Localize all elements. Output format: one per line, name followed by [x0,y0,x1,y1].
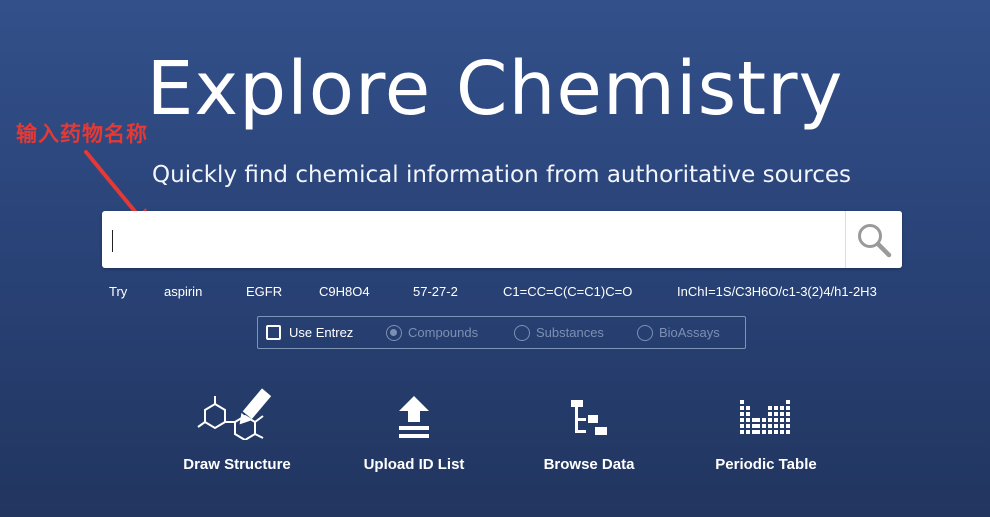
periodic-table-label: Periodic Table [715,456,817,473]
radio-compounds[interactable]: Compounds [386,317,478,348]
upload-id-list-button[interactable]: Upload ID List [334,388,494,473]
radio-substances[interactable]: Substances [514,317,604,348]
browse-tree-icon [571,400,607,435]
use-entrez-label: Use Entrez [289,325,354,340]
use-entrez-checkbox[interactable] [266,325,281,340]
periodic-table-button[interactable]: Periodic Table [686,388,846,473]
example-link[interactable]: C9H8O4 [319,284,370,299]
search-options: Use Entrez Compounds Substances BioAssay… [257,316,746,349]
radio-bioassays[interactable]: BioAssays [637,317,720,348]
upload-icon [399,396,429,438]
upload-id-list-label: Upload ID List [363,456,465,473]
search-input[interactable] [102,211,842,268]
text-cursor [112,230,113,252]
radio-label-bioassays: BioAssays [659,325,720,340]
page-title: Explore Chemistry [146,46,844,132]
try-label: Try [109,284,128,299]
radio-button[interactable] [514,324,530,341]
search-button[interactable] [845,211,902,268]
use-entrez-option[interactable]: Use Entrez [266,317,353,348]
search-icon [858,223,892,257]
browse-data-label: Browse Data [543,456,635,473]
browse-data-button[interactable]: Browse Data [509,388,669,473]
search-box [102,211,902,268]
radio-button[interactable] [637,324,653,341]
example-link[interactable]: 57-27-2 [413,284,458,299]
example-queries: Try aspirin EGFR C9H8O4 57-27-2 C1=CC=C(… [0,284,990,302]
radio-button-selected[interactable] [386,324,402,341]
radio-label-substances: Substances [536,325,604,340]
radio-label-compounds: Compounds [408,325,479,340]
periodic-table-icon [740,400,790,434]
draw-structure-label: Draw Structure [183,456,291,473]
draw-structure-button[interactable]: Draw Structure [157,388,317,473]
example-link[interactable]: aspirin [164,284,202,299]
draw-structure-icon [197,388,272,440]
red-annotation-label: 输入药物名称 [16,123,148,146]
example-link[interactable]: C1=CC=C(C=C1)C=O [503,284,632,299]
example-link[interactable]: InChI=1S/C3H6O/c1-3(2)4/h1-2H3 [677,284,877,299]
example-link[interactable]: EGFR [246,284,282,299]
